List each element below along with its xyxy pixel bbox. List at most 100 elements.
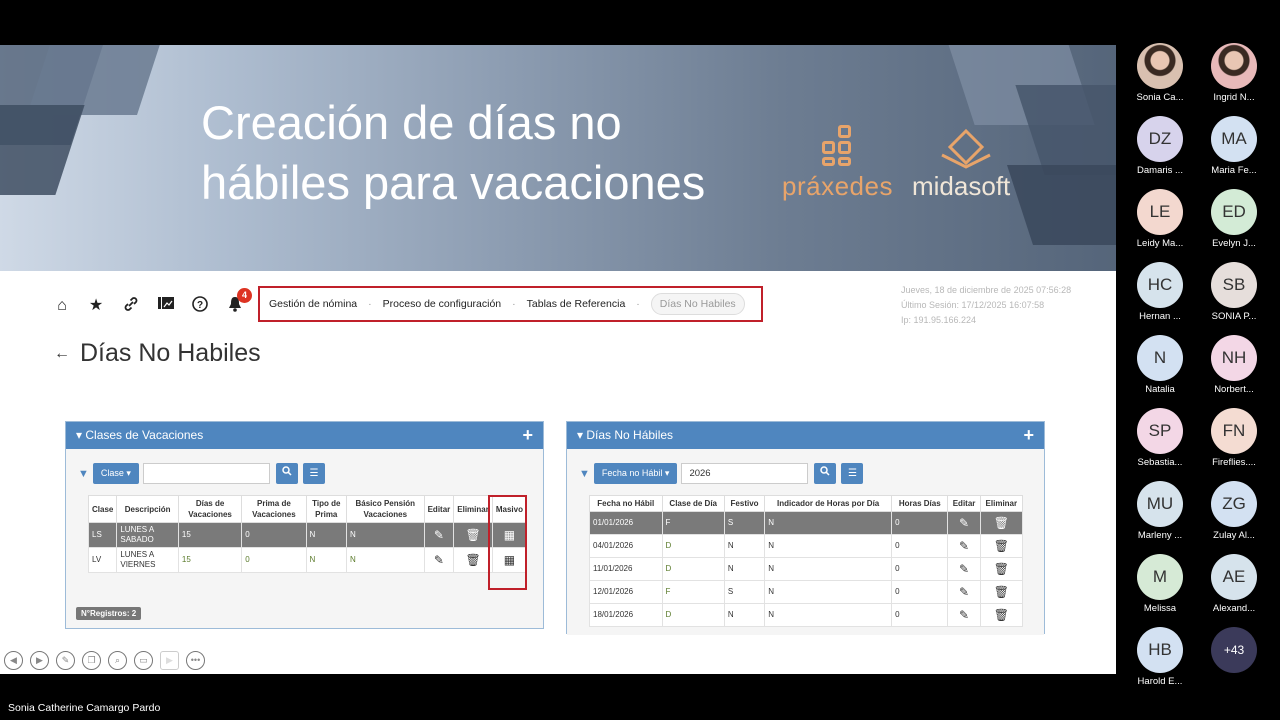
more-icon[interactable]: ••• <box>186 651 205 670</box>
cell-basico: N <box>345 547 425 573</box>
breadcrumb-item-proceso-configuracion[interactable]: Proceso de configuración <box>383 298 502 310</box>
column-header[interactable]: Clase de Día <box>661 495 725 512</box>
edit-pencil-icon[interactable]: ✎ <box>947 557 981 581</box>
participant-tile[interactable]: SB SONIA P... <box>1194 262 1274 322</box>
gallery-icon[interactable] <box>156 296 176 316</box>
table-row[interactable]: 04/01/2026 D N N 0 ✎ 🗑︎ <box>589 534 1024 558</box>
list-view-button[interactable]: ☰ <box>302 463 325 484</box>
column-header[interactable]: Fecha no Hábil <box>589 495 663 512</box>
table-row[interactable]: LS LUNES A SABADO 15 0 N N ✎ 🗑︎ ▦ <box>87 522 528 548</box>
next-icon[interactable]: ▶ <box>30 651 49 670</box>
column-header[interactable]: Tipo de Prima <box>305 495 347 523</box>
participant-tile[interactable]: MA Maria Fe... <box>1194 116 1274 176</box>
column-header[interactable]: Días de Vacaciones <box>177 495 243 523</box>
participant-tile[interactable]: MU Marleny ... <box>1120 481 1200 541</box>
table-row[interactable]: LV LUNES A VIERNES 15 0 N N ✎ 🗑︎ ▦ <box>87 547 528 573</box>
participant-tile[interactable]: ED Evelyn J... <box>1194 189 1274 249</box>
breadcrumb-item-gestion-nomina[interactable]: Gestión de nómina <box>269 298 357 310</box>
participant-tile[interactable]: SP Sebastia... <box>1120 408 1200 468</box>
subtitles-icon[interactable]: ▭ <box>134 651 153 670</box>
participant-tile[interactable]: AE Alexand... <box>1194 554 1274 614</box>
help-icon[interactable]: ? <box>190 296 210 316</box>
table-row[interactable]: 01/01/2026 F S N 0 ✎ 🗑︎ <box>589 511 1024 535</box>
trash-icon[interactable]: 🗑︎ <box>979 603 1024 627</box>
participant-tile[interactable]: FN Fireflies.... <box>1194 408 1274 468</box>
search-button[interactable] <box>814 463 837 484</box>
camera-icon[interactable]: ▶ <box>160 651 179 670</box>
list-view-button[interactable]: ☰ <box>841 463 864 484</box>
table-row[interactable]: 11/01/2026 D N N 0 ✎ 🗑︎ <box>589 557 1024 581</box>
participant-tile[interactable]: M Melissa <box>1120 554 1200 614</box>
star-icon[interactable]: ★ <box>86 296 106 316</box>
edit-pencil-icon[interactable]: ✎ <box>947 603 981 627</box>
filter-input[interactable]: 2026 <box>681 463 809 484</box>
table-row[interactable]: 18/01/2026 D N N 0 ✎ 🗑︎ <box>589 603 1024 627</box>
trash-icon[interactable]: 🗑︎ <box>453 522 493 548</box>
cell-clase-dia: F <box>661 511 725 535</box>
edit-pencil-icon[interactable]: ✎ <box>423 547 455 573</box>
participant-tile[interactable]: LE Leidy Ma... <box>1120 189 1200 249</box>
table-row[interactable]: 12/01/2026 F S N 0 ✎ 🗑︎ <box>589 580 1024 604</box>
panel-header[interactable]: ▾ Días No Hábiles + <box>567 422 1044 449</box>
participant-tile[interactable]: Sonia Ca... <box>1120 43 1200 103</box>
cell-festivo: N <box>723 557 766 581</box>
trash-icon[interactable]: 🗑︎ <box>979 580 1024 604</box>
edit-pencil-icon[interactable]: ✎ <box>947 534 981 558</box>
trash-icon[interactable]: 🗑︎ <box>979 557 1024 581</box>
column-header[interactable]: Básico Pensión Vacaciones <box>345 495 425 523</box>
column-header[interactable]: Descripción <box>116 495 179 523</box>
breadcrumb-separator: · <box>512 298 516 310</box>
column-header[interactable]: Festivo <box>723 495 766 512</box>
copy-icon[interactable]: ❐ <box>82 651 101 670</box>
search-button[interactable] <box>275 463 298 484</box>
filter-icon: ▼ <box>78 467 89 480</box>
participant-tile[interactable]: N Natalia <box>1120 335 1200 395</box>
search-icon <box>820 466 830 476</box>
edit-pencil-icon[interactable]: ✎ <box>947 511 981 535</box>
participant-tile[interactable]: DZ Damaris ... <box>1120 116 1200 176</box>
filter-field-dropdown[interactable]: Fecha no Hábil ▾ <box>593 463 678 484</box>
column-header[interactable]: Horas Días <box>891 495 949 512</box>
trash-icon[interactable]: 🗑︎ <box>979 511 1024 535</box>
participant-name: Melissa <box>1143 603 1177 614</box>
avatar <box>1211 43 1257 89</box>
breadcrumb-item-tablas-referencia[interactable]: Tablas de Referencia <box>527 298 626 310</box>
collapse-caret-icon[interactable]: ▾ <box>76 428 85 442</box>
decor-shape <box>1015 85 1116 175</box>
zoom-icon[interactable]: ⌕ <box>108 651 127 670</box>
participant-tile[interactable]: HC Hernan ... <box>1120 262 1200 322</box>
back-arrow-icon[interactable]: ← <box>54 345 70 362</box>
previous-icon[interactable]: ◀ <box>4 651 23 670</box>
collapse-caret-icon[interactable]: ▾ <box>577 428 586 442</box>
participant-tile[interactable]: HB Harold E... <box>1120 627 1200 687</box>
add-icon[interactable]: + <box>1023 422 1034 449</box>
midasoft-logo-icon <box>941 129 991 169</box>
column-header[interactable]: Indicador de Horas por Día <box>764 495 893 512</box>
cell-dias: 15 <box>177 547 243 573</box>
breadcrumb-item-current: Días No Habiles <box>650 293 745 315</box>
panel-header[interactable]: ▾ Clases de Vacaciones + <box>66 422 543 449</box>
home-icon[interactable]: ⌂ <box>52 296 72 316</box>
filter-input[interactable] <box>142 463 270 484</box>
participant-name: Zulay Al... <box>1213 530 1255 541</box>
trash-icon[interactable]: 🗑︎ <box>453 547 493 573</box>
filter-field-dropdown[interactable]: Clase ▾ <box>92 463 139 484</box>
avatar: M <box>1137 554 1183 600</box>
praxedes-logo: práxedes <box>782 125 902 205</box>
participant-tile[interactable]: NH Norbert... <box>1194 335 1274 395</box>
column-header[interactable]: Prima de Vacaciones <box>241 495 307 523</box>
trash-icon[interactable]: 🗑︎ <box>979 534 1024 558</box>
edit-pencil-icon[interactable]: ✎ <box>423 522 455 548</box>
cell-prima: 0 <box>241 522 307 548</box>
add-icon[interactable]: + <box>522 422 533 449</box>
cell-dias: 15 <box>177 522 243 548</box>
participant-tile[interactable]: Ingrid N... <box>1194 43 1274 103</box>
edit-pencil-icon[interactable]: ✎ <box>947 580 981 604</box>
pen-icon[interactable]: ✎ <box>56 651 75 670</box>
link-icon[interactable] <box>121 296 141 316</box>
cell-fecha: 12/01/2026 <box>589 580 663 604</box>
more-participants-tile[interactable]: +43 <box>1194 627 1274 673</box>
participant-tile[interactable]: ZG Zulay Al... <box>1194 481 1274 541</box>
column-header[interactable]: Clase <box>87 495 118 523</box>
page-title-text: Días No Habiles <box>80 339 261 367</box>
